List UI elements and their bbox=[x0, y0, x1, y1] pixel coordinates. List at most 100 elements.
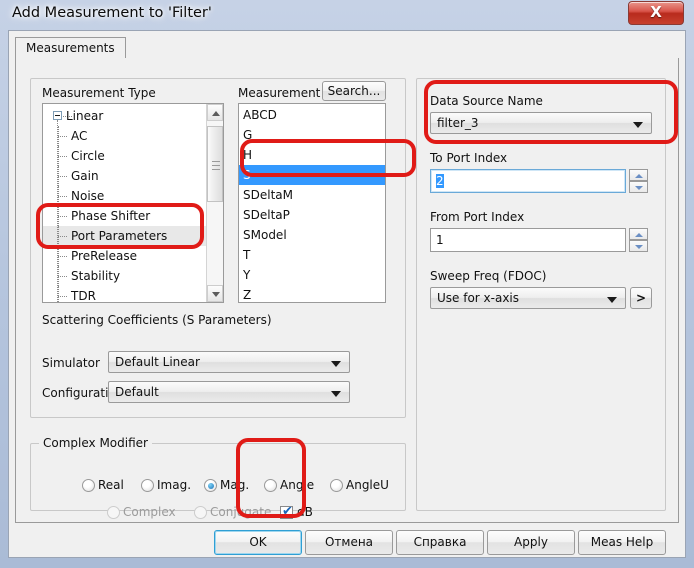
tree-item-label: AC bbox=[71, 129, 88, 143]
to-port-index-stepper[interactable] bbox=[629, 169, 648, 193]
chevron-down-icon bbox=[633, 122, 643, 128]
grip-line-icon bbox=[212, 161, 220, 162]
configuration-combo[interactable]: Default bbox=[108, 381, 350, 403]
tree-scrollbar[interactable] bbox=[206, 104, 223, 302]
radio-label-complex: Complex bbox=[123, 505, 176, 519]
tree-item-noise[interactable]: Noise bbox=[43, 186, 207, 206]
db-checkbox[interactable]: ✔ bbox=[280, 504, 293, 519]
configuration-value: Default bbox=[115, 385, 159, 399]
tree-scroll-down-button[interactable] bbox=[207, 285, 223, 302]
tab-page-measurements: Measurement Type Linear AC Circle Gain Noise… bbox=[15, 58, 679, 523]
from-port-index-stepper[interactable] bbox=[629, 228, 648, 252]
from-port-index-label: From Port Index bbox=[430, 210, 525, 224]
from-port-increment-button[interactable] bbox=[629, 228, 648, 240]
measurement-list-label: Measurement bbox=[238, 86, 321, 100]
window-title: Add Measurement to 'Filter' bbox=[12, 5, 212, 21]
measurement-list-item[interactable]: H bbox=[239, 145, 385, 165]
measurement-type-tree[interactable]: Linear AC Circle Gain Noise Phase Shifter Port… bbox=[42, 103, 224, 303]
tree-item-label: Phase Shifter bbox=[71, 209, 151, 223]
tree-item-prerelease[interactable]: PreRelease bbox=[43, 246, 207, 266]
tree-item-label: Stability bbox=[71, 269, 121, 283]
tree-spine-icon bbox=[57, 120, 58, 302]
measurement-list-item-label: SDeltaP bbox=[243, 208, 290, 222]
chevron-up-icon bbox=[212, 111, 220, 116]
measurement-list-item-label: SModel bbox=[243, 228, 287, 242]
measurement-list-item[interactable]: S bbox=[239, 165, 385, 185]
sweep-freq-value: Use for x-axis bbox=[437, 291, 520, 305]
radio-angle[interactable] bbox=[264, 479, 277, 492]
radio-label-imag: Imag. bbox=[157, 478, 192, 492]
to-port-index-input[interactable]: 2 bbox=[430, 169, 626, 193]
measurement-description: Scattering Coefficients (S Parameters) bbox=[42, 313, 272, 327]
radio-angleu[interactable] bbox=[330, 479, 343, 492]
close-button[interactable]: X bbox=[628, 1, 684, 25]
tree-item-ac[interactable]: AC bbox=[43, 126, 207, 146]
from-port-index-input[interactable]: 1 bbox=[430, 228, 626, 252]
radio-mag[interactable] bbox=[204, 479, 217, 492]
measurement-list-item-label: T bbox=[243, 248, 251, 262]
tree-item-port-parameters[interactable]: Port Parameters bbox=[43, 226, 207, 246]
grip-line-icon bbox=[212, 169, 220, 170]
tab-measurements[interactable]: Measurements bbox=[15, 37, 126, 59]
tree-connector-icon bbox=[58, 176, 67, 177]
dialog-client-area: Measurements Measurement Type Linear AC Ci… bbox=[8, 30, 686, 558]
complex-modifier-group: Complex Modifier bbox=[30, 436, 406, 511]
caret-down-icon bbox=[635, 186, 643, 190]
tree-connector-icon bbox=[58, 196, 67, 197]
measurement-list-item[interactable]: G bbox=[239, 125, 385, 145]
footer-button-ok[interactable]: OK bbox=[214, 530, 302, 555]
tree-item-stability[interactable]: Stability bbox=[43, 266, 207, 286]
radio-real[interactable] bbox=[82, 479, 95, 492]
measurement-list-item-label: Y bbox=[243, 268, 251, 282]
footer-button-help[interactable]: Справка bbox=[396, 530, 484, 555]
tree-connector-icon bbox=[58, 236, 67, 237]
sweep-freq-combo[interactable]: Use for x-axis bbox=[430, 287, 626, 309]
tree-item-linear[interactable]: Linear bbox=[43, 106, 207, 126]
measurement-list-item-label: H bbox=[243, 148, 253, 162]
sweep-freq-more-button[interactable]: > bbox=[630, 287, 652, 309]
chevron-down-icon bbox=[212, 292, 220, 297]
measurement-list-item[interactable]: ABCD bbox=[239, 105, 385, 125]
measurement-list-item[interactable]: SDeltaM bbox=[239, 185, 385, 205]
radio-imag[interactable] bbox=[141, 479, 154, 492]
from-port-decrement-button[interactable] bbox=[629, 240, 648, 252]
radio-label-real: Real bbox=[98, 478, 124, 492]
tree-scroll-up-button[interactable] bbox=[207, 104, 223, 121]
radio-label-angle: Angle bbox=[280, 478, 315, 492]
tree-item-label: Gain bbox=[71, 169, 99, 183]
close-icon: X bbox=[650, 3, 662, 21]
measurement-list-item[interactable]: T bbox=[239, 245, 385, 265]
measurement-list-item[interactable]: SDeltaP bbox=[239, 205, 385, 225]
simulator-value: Default Linear bbox=[115, 355, 200, 369]
radio-label-angleu: AngleU bbox=[346, 478, 389, 492]
tree-item-label: Noise bbox=[71, 189, 105, 203]
measurement-list-item[interactable]: SModel bbox=[239, 225, 385, 245]
tree-connector-icon bbox=[58, 156, 67, 157]
measurement-list[interactable]: ABCD G H S SDeltaM SDeltaP SModel T Y Z bbox=[238, 103, 386, 303]
sweep-freq-label: Sweep Freq (FDOC) bbox=[430, 269, 547, 283]
complex-modifier-label: Complex Modifier bbox=[39, 436, 152, 450]
title-bar: Add Measurement to 'Filter' X bbox=[0, 0, 694, 28]
tree-item-tdr[interactable]: TDR bbox=[43, 286, 207, 302]
footer-button-apply[interactable]: Apply bbox=[487, 530, 575, 555]
measurement-list-item[interactable]: Z bbox=[239, 285, 385, 302]
tree-item-gain[interactable]: Gain bbox=[43, 166, 207, 186]
to-port-index-label: To Port Index bbox=[430, 151, 508, 165]
footer-button-cancel[interactable]: Отмена bbox=[305, 530, 393, 555]
data-source-combo[interactable]: filter_3 bbox=[430, 112, 652, 134]
tree-connector-icon bbox=[58, 136, 67, 137]
tree-expander-collapse-icon[interactable] bbox=[53, 111, 62, 120]
to-port-increment-button[interactable] bbox=[629, 169, 648, 181]
chevron-down-icon bbox=[607, 297, 617, 303]
tree-item-circle[interactable]: Circle bbox=[43, 146, 207, 166]
to-port-decrement-button[interactable] bbox=[629, 181, 648, 193]
footer-button-meas-help[interactable]: Meas Help bbox=[578, 530, 666, 555]
tree-scroll-thumb[interactable] bbox=[207, 126, 223, 202]
search-button[interactable]: Search... bbox=[322, 81, 386, 101]
tree-item-phase-shifter[interactable]: Phase Shifter bbox=[43, 206, 207, 226]
measurement-list-item[interactable]: Y bbox=[239, 265, 385, 285]
grip-line-icon bbox=[212, 165, 220, 166]
simulator-combo[interactable]: Default Linear bbox=[108, 351, 350, 373]
tree-connector-icon bbox=[58, 286, 59, 302]
checkmark-icon: ✔ bbox=[282, 504, 293, 519]
